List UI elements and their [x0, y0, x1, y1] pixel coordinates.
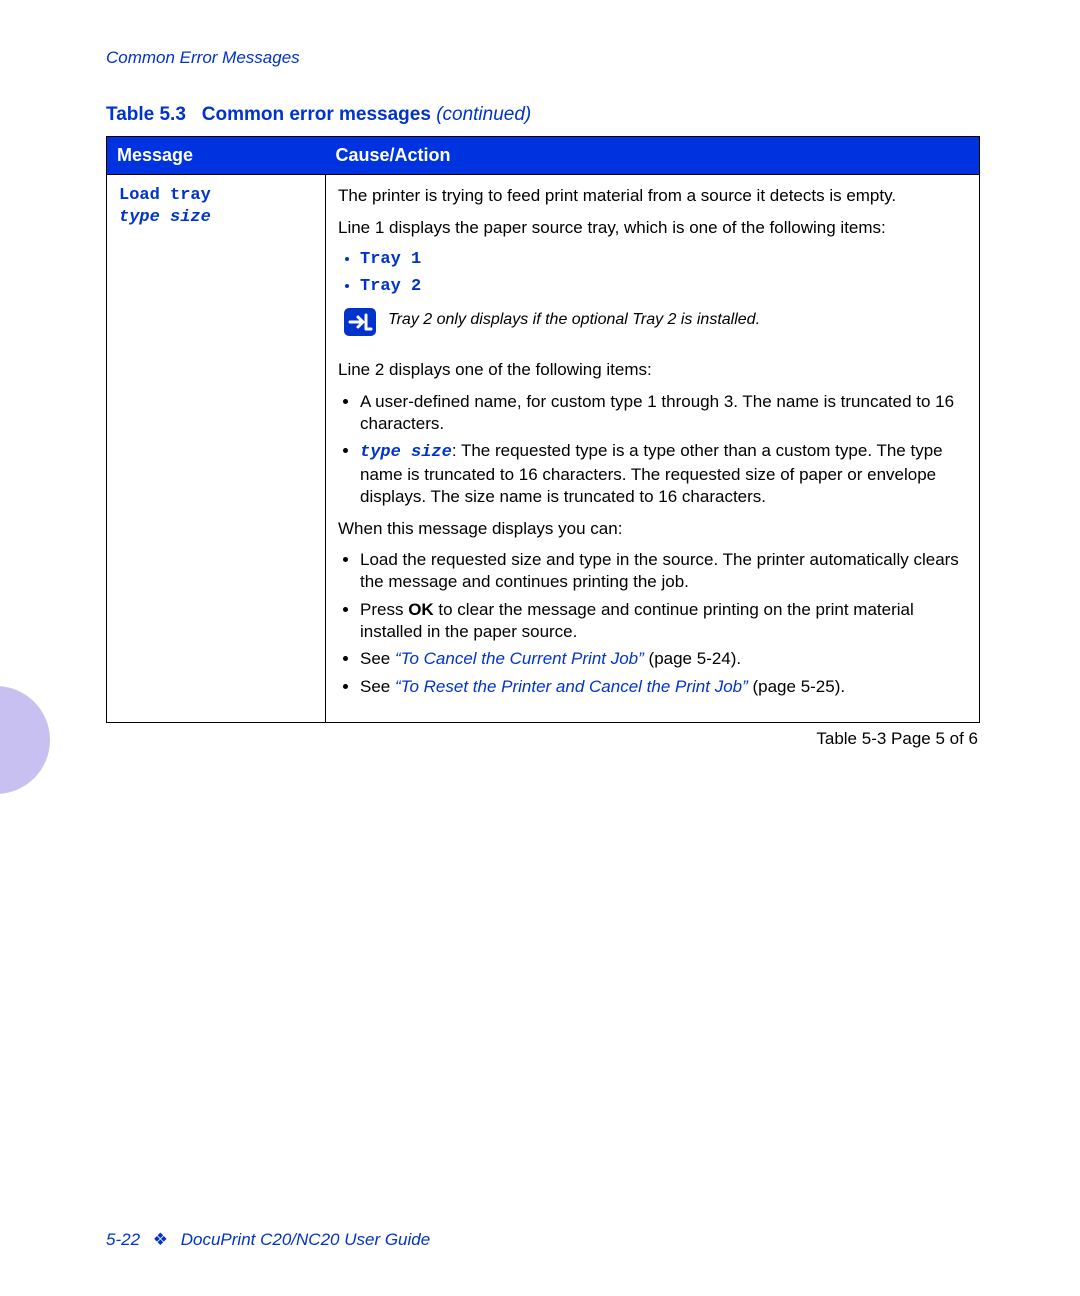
page-footer: 5-22 ❖ DocuPrint C20/NC20 User Guide [106, 1230, 430, 1250]
actions-list: Load the requested size and type in the … [338, 549, 967, 698]
error-messages-table: Message Cause/Action Load tray type size… [106, 136, 980, 723]
li4d-pre: See [360, 677, 395, 696]
tray-list: Tray 1 Tray 2 [338, 249, 967, 299]
cause-p4: When this message displays you can: [338, 518, 967, 540]
arrow-note-icon [344, 308, 376, 341]
table-title-prefix: Table 5.3 [106, 104, 186, 125]
cross-ref-link[interactable]: “To Cancel the Current Print Job” [395, 649, 644, 668]
list-item: Load the requested size and type in the … [360, 549, 967, 593]
list-item: type size: The requested type is a type … [360, 440, 967, 507]
cross-ref-link[interactable]: “To Reset the Printer and Cancel the Pri… [395, 677, 748, 696]
list-item: See “To Reset the Printer and Cancel the… [360, 676, 967, 698]
table-title-main: Common error messages [202, 104, 431, 125]
footer-page-number: 5-22 [106, 1230, 140, 1249]
note-text: Tray 2 only displays if the optional Tra… [388, 308, 760, 331]
col-header-message: Message [107, 137, 326, 175]
cause-action-cell: The printer is trying to feed print mate… [326, 175, 980, 723]
table-title-continued: (continued) [436, 104, 531, 125]
section-header: Common Error Messages [106, 48, 980, 68]
note-row: Tray 2 only displays if the optional Tra… [344, 308, 967, 341]
footer-guide-title: DocuPrint C20/NC20 User Guide [181, 1230, 430, 1249]
message-line1: Load tray [119, 186, 211, 205]
list-item: A user-defined name, for custom type 1 t… [360, 391, 967, 435]
message-cell: Load tray type size [107, 175, 326, 723]
li4b-pre: Press [360, 600, 408, 619]
message-line2: type size [119, 208, 211, 227]
page-container: Common Error Messages Table 5.3 Common e… [0, 0, 1080, 1296]
type-size-inline: type size [360, 443, 452, 462]
cause-p1: The printer is trying to feed print mate… [338, 185, 967, 207]
li4b-post: to clear the message and continue printi… [360, 600, 914, 641]
li4c-pre: See [360, 649, 395, 668]
list-item: Tray 1 [360, 249, 967, 271]
table-title: Table 5.3 Common error messages (continu… [106, 104, 980, 126]
table-pager: Table 5-3 Page 5 of 6 [106, 729, 980, 749]
table-row: Load tray type size The printer is tryin… [107, 175, 980, 723]
col-header-cause-action: Cause/Action [326, 137, 980, 175]
list-item: Press OK to clear the message and contin… [360, 599, 967, 643]
list-item: Tray 2 [360, 276, 967, 298]
ok-bold: OK [408, 600, 434, 619]
diamond-icon: ❖ [153, 1230, 168, 1249]
li4c-post: (page 5-24). [644, 649, 741, 668]
list-item: See “To Cancel the Current Print Job” (p… [360, 648, 967, 670]
line2-list: A user-defined name, for custom type 1 t… [338, 391, 967, 508]
cause-p3: Line 2 displays one of the following ite… [338, 359, 967, 381]
cause-p2: Line 1 displays the paper source tray, w… [338, 217, 967, 239]
li4d-post: (page 5-25). [748, 677, 845, 696]
